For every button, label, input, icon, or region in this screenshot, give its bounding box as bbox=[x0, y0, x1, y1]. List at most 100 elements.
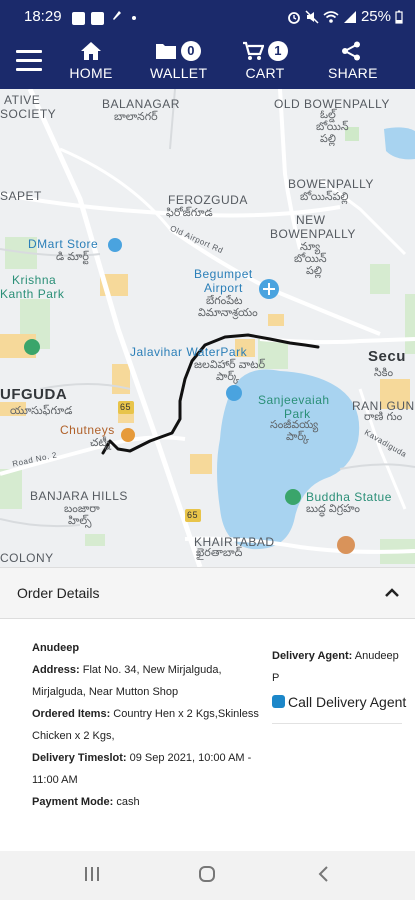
map-label: BOWENPALLY bbox=[270, 227, 356, 241]
app-nav-bar: HOME 0 WALLET 1 CART SHARE bbox=[0, 33, 415, 89]
mute-icon bbox=[305, 9, 319, 24]
payment-value: cash bbox=[113, 796, 140, 808]
address-row: Address: Flat No. 34, New Mirjalguda, Mi… bbox=[32, 659, 264, 703]
map-label: SOCIETY bbox=[0, 107, 57, 121]
payment-label: Payment Mode: bbox=[32, 796, 114, 808]
map-label: Jalavihar WaterPark bbox=[130, 345, 248, 359]
wifi-icon bbox=[323, 10, 339, 24]
cart-badge: 1 bbox=[268, 41, 288, 61]
agent-label: Delivery Agent: bbox=[272, 650, 353, 662]
waterpark-pin bbox=[226, 385, 242, 401]
map-label: SAPET bbox=[0, 189, 42, 203]
map-label: Chutneys bbox=[60, 423, 115, 437]
image-icon bbox=[91, 11, 104, 25]
map-label: FEROZGUDA bbox=[168, 193, 248, 207]
map-label: బోయిన్‌పల్లి bbox=[300, 191, 349, 203]
agent-row: Delivery Agent: Anudeep P bbox=[272, 645, 408, 689]
cart-icon bbox=[243, 41, 264, 60]
map-label: Buddha Statue bbox=[306, 490, 392, 504]
map-label: DMart Store bbox=[28, 237, 99, 251]
map-label: పల్లి bbox=[320, 133, 336, 145]
nav-wallet[interactable]: 0 WALLET bbox=[150, 39, 208, 81]
battery-icon bbox=[395, 10, 403, 24]
chevron-up-icon[interactable] bbox=[385, 588, 399, 598]
map-label: పార్క్ bbox=[216, 371, 240, 383]
map-view[interactable]: ATIVE SOCIETY BALANAGAR బాలానగర్ OLD BOW… bbox=[0, 89, 415, 567]
map-label: చట్నీ bbox=[90, 437, 111, 449]
nav-cart-label: CART bbox=[245, 65, 285, 81]
map-label: Krishna bbox=[12, 273, 57, 287]
ordered-items-row: Ordered Items: Country Hen x 2 Kgs,Skinl… bbox=[32, 703, 264, 747]
phone-icon bbox=[272, 695, 285, 708]
order-details-body: Anudeep Address: Flat No. 34, New Mirjal… bbox=[0, 619, 415, 851]
status-system-icons: 25% bbox=[287, 8, 403, 25]
chutneys-pin bbox=[121, 428, 135, 442]
address-label: Address: bbox=[32, 664, 80, 676]
status-bar: 18:29 25% bbox=[0, 0, 415, 33]
map-label: BOWENPALLY bbox=[288, 177, 374, 191]
alarm-icon bbox=[287, 10, 301, 24]
signal-icon bbox=[343, 10, 357, 24]
map-label: ATIVE bbox=[4, 93, 41, 107]
more-notifications-icon bbox=[132, 16, 136, 20]
map-label: Kanth Park bbox=[0, 287, 65, 301]
map-label: UFGUDA bbox=[0, 386, 68, 403]
dmart-pin bbox=[108, 238, 122, 252]
map-label: Airport bbox=[204, 281, 243, 295]
folder-icon bbox=[156, 44, 176, 59]
map-label: BALANAGAR bbox=[102, 97, 180, 111]
park-pin bbox=[24, 339, 40, 355]
map-label: బుద్ధ విగ్రహం bbox=[306, 503, 360, 515]
order-details-title: Order Details bbox=[17, 585, 100, 601]
delivery-agent-info: Delivery Agent: Anudeep P Call Delivery … bbox=[272, 645, 408, 724]
call-agent-label: Call Delivery Agent bbox=[288, 694, 407, 710]
ordered-items-label: Ordered Items: bbox=[32, 708, 111, 720]
map-label: COLONY bbox=[0, 551, 54, 565]
map-label: రాణి గుం bbox=[364, 411, 403, 423]
status-time: 18:29 bbox=[24, 8, 62, 25]
map-label: ఫిరోజ్‌గూడ bbox=[166, 207, 213, 219]
map-label: Sanjeevaiah bbox=[258, 393, 330, 407]
highway-label: 65 bbox=[120, 402, 132, 412]
buddha-statue-pin bbox=[285, 489, 301, 505]
map-label: Begumpet bbox=[194, 267, 253, 281]
system-nav-bar bbox=[0, 851, 415, 900]
call-agent-link[interactable]: Call Delivery Agent bbox=[272, 691, 408, 713]
map-label: Secu bbox=[368, 348, 406, 365]
share-icon bbox=[342, 41, 360, 61]
place-pin bbox=[337, 536, 355, 554]
map-label: యూసుఫ్‌గూడ bbox=[10, 405, 73, 417]
order-details-header[interactable]: Order Details bbox=[0, 567, 415, 619]
hamburger-icon[interactable] bbox=[16, 50, 42, 72]
nav-home[interactable]: HOME bbox=[68, 39, 114, 81]
map-label: పార్క్ bbox=[286, 431, 310, 443]
map-label: డి మార్ట్ bbox=[56, 251, 89, 263]
pin-icon bbox=[110, 9, 122, 27]
wallet-badge: 0 bbox=[181, 41, 201, 61]
battery-text: 25% bbox=[360, 8, 391, 25]
nav-cart[interactable]: 1 CART bbox=[240, 39, 290, 81]
timeslot-row: Delivery Timeslot: 09 Sep 2021, 10:00 AM… bbox=[32, 747, 264, 791]
nav-wallet-label: WALLET bbox=[150, 65, 208, 81]
map-label: హిల్స్ bbox=[68, 515, 92, 527]
home-circle-icon[interactable] bbox=[198, 865, 216, 883]
map-label: BANJARA HILLS bbox=[30, 489, 128, 503]
map-label: ఖైరతాబాద్ bbox=[196, 547, 243, 559]
timeslot-label: Delivery Timeslot: bbox=[32, 752, 127, 764]
status-notification-icons bbox=[72, 9, 136, 27]
gallery-icon bbox=[72, 11, 85, 25]
map-label: పల్లి bbox=[306, 265, 322, 277]
map-label: NEW bbox=[296, 213, 326, 227]
map-label: విమానాశ్రయం bbox=[198, 307, 258, 319]
back-icon[interactable] bbox=[317, 865, 329, 883]
recent-apps-icon[interactable] bbox=[84, 865, 100, 883]
order-info: Anudeep Address: Flat No. 34, New Mirjal… bbox=[32, 637, 264, 813]
payment-row: Payment Mode: cash bbox=[32, 791, 264, 813]
home-icon bbox=[81, 42, 101, 60]
divider bbox=[272, 723, 402, 724]
nav-share-label: SHARE bbox=[328, 65, 378, 81]
nav-home-label: HOME bbox=[69, 65, 113, 81]
nav-share[interactable]: SHARE bbox=[328, 39, 378, 81]
map-label: బాలానగర్ bbox=[114, 111, 158, 123]
highway-label: 65 bbox=[187, 510, 199, 520]
